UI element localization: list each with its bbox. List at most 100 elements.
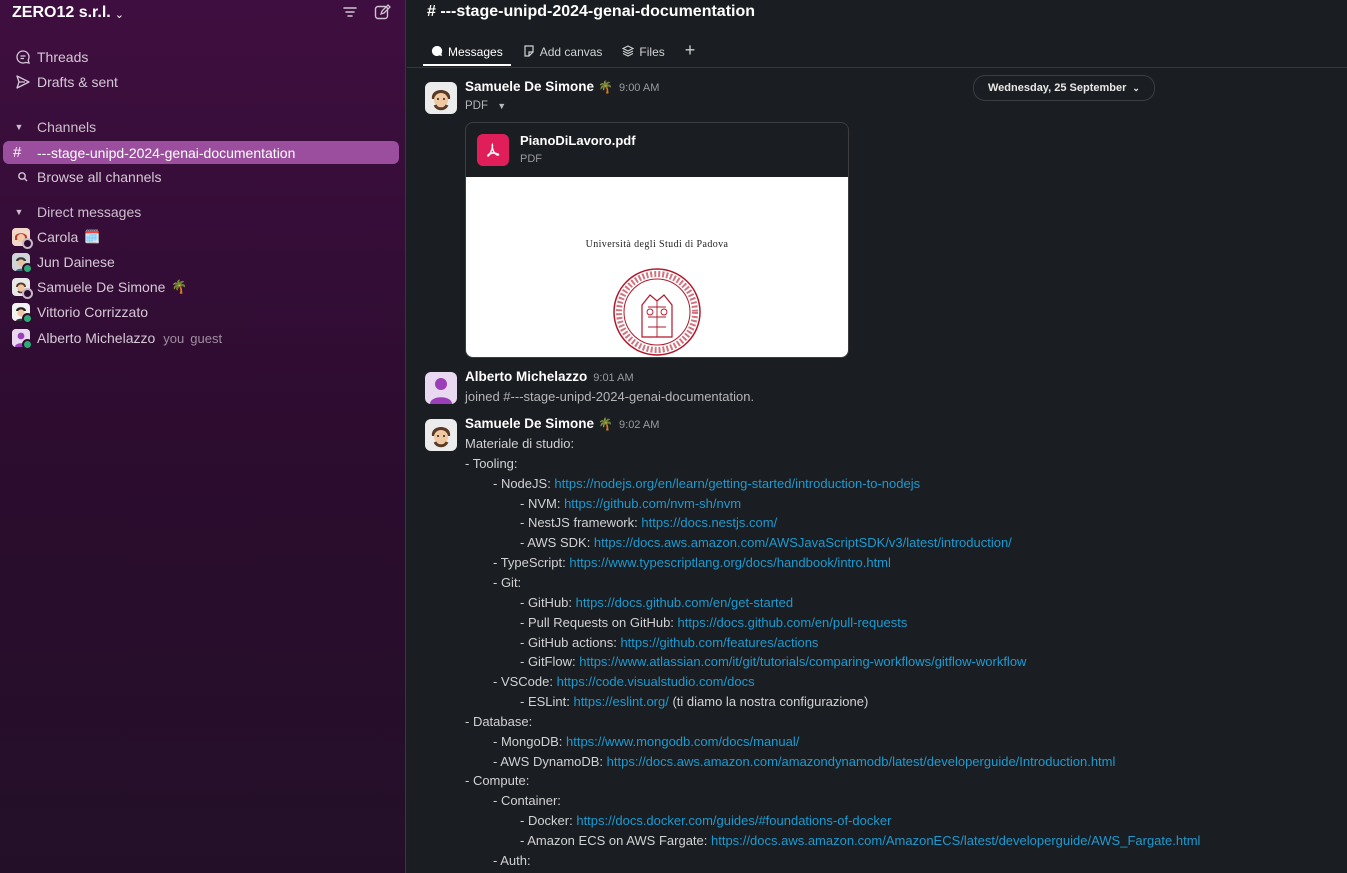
line-text: - GitHub: [520,594,576,610]
avatar[interactable] [425,82,457,114]
avatar[interactable] [425,372,457,404]
chevron-down-icon: ⌄ [1132,82,1140,93]
sidebar-dm-samuele[interactable]: Samuele De Simone 🌴 [12,276,188,299]
file-preview[interactable]: Università degli Studi di Padova [466,177,848,357]
message-link[interactable]: https://docs.github.com/en/pull-requests [678,615,908,630]
dm-name: Jun Dainese [37,254,115,270]
sidebar-dm-carola[interactable]: Carola 🗓️ [12,226,101,249]
message-header: Samuele De Simone 🌴 9:00 AM [465,79,659,94]
dm-name: Samuele De Simone [37,279,166,295]
line-text: - GitFlow: [520,654,580,670]
tab-files[interactable]: Files [614,40,672,64]
message-line: - TypeScript: https://www.typescriptlang… [493,555,891,570]
avatar[interactable] [425,419,457,451]
file-type-label: PDF [465,100,488,112]
browse-label: Browse all channels [37,169,162,185]
message-link[interactable]: https://docs.docker.com/guides/#foundati… [576,813,891,828]
message-author[interactable]: Alberto Michelazzo [465,369,587,384]
sidebar-item-drafts[interactable]: Drafts & sent [14,71,118,93]
file-name[interactable]: PianoDiLavoro.pdf [520,133,636,148]
message-author[interactable]: Samuele De Simone [465,79,594,94]
dm-name: Carola [37,229,79,245]
compose-icon[interactable] [374,4,392,22]
message-link[interactable]: https://www.atlassian.com/it/git/tutoria… [579,654,1026,669]
sidebar-item-threads[interactable]: Threads [14,46,88,68]
online-status-icon [22,339,33,350]
dm-section-toggle[interactable]: ▼ Direct messages [12,202,142,222]
sidebar-item-active-channel[interactable]: # ---stage-unipd-2024-genai-documentatio… [3,141,399,164]
sidebar-dm-jun[interactable]: Jun Dainese [12,251,115,274]
date-divider[interactable]: Wednesday, 25 September ⌄ [973,75,1155,101]
caret-down-icon: ▼ [14,207,24,217]
you-label: you [163,330,185,346]
file-collapse-toggle[interactable]: PDF ▼ [465,100,506,112]
sidebar-dm-vittorio[interactable]: Vittorio Corrizzato [12,301,149,324]
line-text: - ESLint: [520,694,574,710]
browse-channels[interactable]: Browse all channels [14,166,162,188]
dm-name: Vittorio Corrizzato [37,304,149,320]
header-divider [407,67,1347,68]
message-line: - GitFlow: https://www.atlassian.com/it/… [520,654,1026,669]
line-text: - Docker: [520,813,577,829]
status-emoji: 🗓️ [84,229,101,244]
sidebar-item-label: Threads [37,49,89,65]
message-link[interactable]: https://github.com/nvm-sh/nvm [564,496,741,511]
message-line: - Container: [493,793,561,808]
preview-heading: Università degli Studi di Padova [585,239,729,250]
message-link[interactable]: https://docs.github.com/en/get-started [576,595,794,610]
message-link[interactable]: https://github.com/features/actions [620,635,818,650]
add-tab-button[interactable]: + [677,40,704,64]
send-icon [14,73,32,91]
away-status-icon [22,288,33,299]
workspace-name: ZERO12 s.r.l. [12,4,111,21]
online-status-icon [22,263,33,274]
message-link[interactable]: https://www.mongodb.com/docs/manual/ [566,734,799,749]
section-label: Channels [37,119,97,135]
message-link[interactable]: https://eslint.org/ [573,694,668,709]
tab-label: Files [639,45,665,59]
search-icon [14,168,32,186]
message-link[interactable]: https://docs.aws.amazon.com/amazondynamo… [607,754,1116,769]
status-emoji: 🌴 [171,279,188,294]
dm-name: Alberto Michelazzo [37,330,156,346]
tab-messages[interactable]: Messages [423,40,511,66]
line-suffix: (ti diamo la nostra configurazione) [668,694,869,710]
avatar [12,303,33,324]
avatar [12,329,33,350]
message-line: - Git: [493,575,521,590]
message-link[interactable]: https://nodejs.org/en/learn/getting-star… [554,476,920,491]
line-text: - Tooling: [465,455,518,471]
message-link[interactable]: https://docs.aws.amazon.com/AmazonECS/la… [711,833,1200,848]
workspace-switcher[interactable]: ZERO12 s.r.l. ⌄ [12,3,124,23]
message-link[interactable]: https://www.typescriptlang.org/docs/hand… [569,555,891,570]
message-header: Samuele De Simone 🌴 9:02 AM [465,416,659,431]
message-line: - NVM: https://github.com/nvm-sh/nvm [520,496,741,511]
message-timestamp[interactable]: 9:02 AM [619,419,659,431]
message-line: - Pull Requests on GitHub: https://docs.… [520,615,907,630]
channel-view: # ---stage-unipd-2024-genai-documentatio… [407,0,1347,873]
sidebar-dm-alberto[interactable]: Alberto Michelazzo you guest [12,327,222,350]
status-emoji: 🌴 [598,417,614,431]
filter-icon[interactable] [342,4,360,22]
message-author[interactable]: Samuele De Simone [465,416,594,431]
channel-title[interactable]: # ---stage-unipd-2024-genai-documentatio… [427,3,755,21]
file-attachment[interactable]: PianoDiLavoro.pdf PDF Università degli S… [465,122,849,358]
line-text: - Database: [465,713,533,729]
message-link[interactable]: https://docs.aws.amazon.com/AWSJavaScrip… [594,535,1012,550]
message-header: Alberto Michelazzo 9:01 AM [465,369,634,384]
message-link[interactable]: https://code.visualstudio.com/docs [557,674,755,689]
message-timestamp[interactable]: 9:01 AM [593,372,633,384]
sidebar: ZERO12 s.r.l. ⌄ Threads Drafts & sent ▼ … [0,0,406,873]
chevron-down-icon: ⌄ [114,8,124,21]
canvas-icon [523,44,535,60]
message-link[interactable]: https://docs.nestjs.com/ [641,515,777,530]
message-line: - NestJS framework: https://docs.nestjs.… [520,515,777,530]
away-status-icon [22,238,33,249]
message-line: - Compute: [465,773,529,788]
message-line: - GitHub: https://docs.github.com/en/get… [520,595,793,610]
channels-section-toggle[interactable]: ▼ Channels [12,117,97,137]
tab-add-canvas[interactable]: Add canvas [515,40,611,64]
date-label: Wednesday, 25 September [988,82,1127,94]
message-timestamp[interactable]: 9:00 AM [619,82,659,94]
line-text: - NestJS framework: [520,515,642,531]
